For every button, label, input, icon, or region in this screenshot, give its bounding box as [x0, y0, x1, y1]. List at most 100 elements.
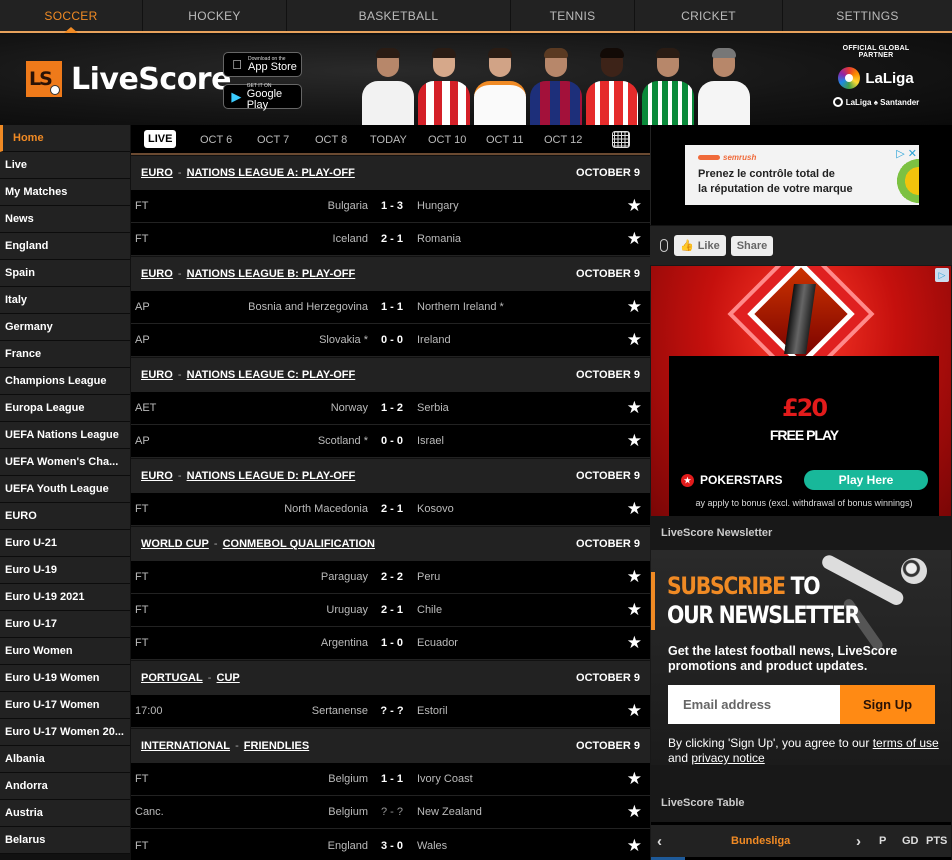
- country-link[interactable]: EURO: [141, 470, 173, 482]
- livescore-logo[interactable]: LS LiveScore TM: [26, 61, 241, 97]
- favorite-star-icon[interactable]: ★: [627, 701, 642, 721]
- laliga-logo[interactable]: LaLiga: [826, 67, 926, 89]
- match-row[interactable]: FT Paraguay 2 - 2 Peru ★: [131, 561, 650, 594]
- favorite-star-icon[interactable]: ★: [627, 633, 642, 653]
- sidebar-item-england[interactable]: England: [0, 233, 130, 260]
- like-button[interactable]: 👍 Like: [674, 235, 726, 256]
- competition-link[interactable]: NATIONS LEAGUE B: PLAY-OFF: [187, 268, 356, 280]
- competition-link[interactable]: NATIONS LEAGUE D: PLAY-OFF: [187, 470, 356, 482]
- match-row[interactable]: AP Scotland * 0 - 0 Israel ★: [131, 425, 650, 458]
- date-tab[interactable]: OCT 11: [486, 134, 524, 146]
- match-row[interactable]: 17:00 Sertanense ? - ? Estoril ★: [131, 695, 650, 728]
- competition-link[interactable]: NATIONS LEAGUE C: PLAY-OFF: [187, 369, 356, 381]
- tab-settings[interactable]: SETTINGS: [783, 0, 952, 31]
- date-tab[interactable]: OCT 6: [200, 134, 232, 146]
- tab-basketball[interactable]: BASKETBALL: [287, 0, 511, 31]
- sidebar-item-home[interactable]: Home: [0, 125, 130, 152]
- match-row[interactable]: AET Norway 1 - 2 Serbia ★: [131, 392, 650, 425]
- match-row[interactable]: FT Belgium 1 - 1 Ivory Coast ★: [131, 763, 650, 796]
- country-link[interactable]: EURO: [141, 167, 173, 179]
- sidebar-item-andorra[interactable]: Andorra: [0, 773, 130, 800]
- sidebar-item-europa-league[interactable]: Europa League: [0, 395, 130, 422]
- favorite-star-icon[interactable]: ★: [627, 769, 642, 789]
- country-link[interactable]: WORLD CUP: [141, 538, 209, 550]
- sidebar-item-champions-league[interactable]: Champions League: [0, 368, 130, 395]
- favorite-star-icon[interactable]: ★: [627, 499, 642, 519]
- sidebar-item-euro[interactable]: EURO: [0, 503, 130, 530]
- terms-of-use-link[interactable]: terms of use: [873, 736, 939, 750]
- share-button[interactable]: Share: [730, 235, 774, 256]
- competition-link[interactable]: FRIENDLIES: [244, 740, 309, 752]
- ad-choices-icon[interactable]: ▷: [935, 268, 949, 282]
- date-tab[interactable]: OCT 8: [315, 134, 347, 146]
- sidebar-item-germany[interactable]: Germany: [0, 314, 130, 341]
- sidebar-item-uefa-nations-league[interactable]: UEFA Nations League: [0, 422, 130, 449]
- match-row[interactable]: FT Iceland 2 - 1 Romania ★: [131, 223, 650, 256]
- app-store-button[interactable]:  Download on the App Store: [223, 52, 302, 77]
- sidebar-item-live[interactable]: Live: [0, 152, 130, 179]
- live-button[interactable]: LIVE: [144, 130, 177, 148]
- sidebar-item-albania[interactable]: Albania: [0, 746, 130, 773]
- competition-link[interactable]: NATIONS LEAGUE A: PLAY-OFF: [187, 167, 355, 179]
- sidebar-item-euro-u-19-women[interactable]: Euro U-19 Women: [0, 665, 130, 692]
- table-league-name[interactable]: Bundesliga: [731, 835, 790, 847]
- email-input[interactable]: [668, 685, 840, 724]
- favorite-star-icon[interactable]: ★: [627, 836, 642, 856]
- competition-link[interactable]: CONMEBOL QUALIFICATION: [223, 538, 375, 550]
- sign-up-button[interactable]: Sign Up: [840, 685, 935, 724]
- favorite-star-icon[interactable]: ★: [627, 600, 642, 620]
- sidebar-item-euro-u-17[interactable]: Euro U-17: [0, 611, 130, 638]
- country-link[interactable]: EURO: [141, 268, 173, 280]
- tab-soccer[interactable]: SOCCER: [0, 0, 143, 31]
- date-tab[interactable]: OCT 7: [257, 134, 289, 146]
- sidebar-item-my-matches[interactable]: My Matches: [0, 179, 130, 206]
- favorite-star-icon[interactable]: ★: [627, 398, 642, 418]
- favorite-star-icon[interactable]: ★: [627, 330, 642, 350]
- favorite-star-icon[interactable]: ★: [627, 196, 642, 216]
- match-row[interactable]: FT Bulgaria 1 - 3 Hungary ★: [131, 190, 650, 223]
- sidebar-item-euro-u-19-2021[interactable]: Euro U-19 2021: [0, 584, 130, 611]
- favorite-star-icon[interactable]: ★: [627, 431, 642, 451]
- sidebar-item-euro-u-17-women[interactable]: Euro U-17 Women: [0, 692, 130, 719]
- sidebar-item-austria[interactable]: Austria: [0, 800, 130, 827]
- sidebar-item-news[interactable]: News: [0, 206, 130, 233]
- sidebar-item-france[interactable]: France: [0, 341, 130, 368]
- sidebar-item-euro-u-19[interactable]: Euro U-19: [0, 557, 130, 584]
- country-link[interactable]: PORTUGAL: [141, 672, 203, 684]
- favorite-star-icon[interactable]: ★: [627, 229, 642, 249]
- chevron-right-icon[interactable]: ›: [856, 833, 861, 850]
- competition-link[interactable]: CUP: [217, 672, 240, 684]
- tab-tennis[interactable]: TENNIS: [511, 0, 635, 31]
- favorite-star-icon[interactable]: ★: [627, 567, 642, 587]
- tab-hockey[interactable]: HOCKEY: [143, 0, 287, 31]
- sidebar-item-uefa-youth-league[interactable]: UEFA Youth League: [0, 476, 130, 503]
- sidebar-item-uefa-women-s-cha[interactable]: UEFA Women's Cha...: [0, 449, 130, 476]
- sidebar-item-spain[interactable]: Spain: [0, 260, 130, 287]
- play-here-button[interactable]: Play Here: [804, 470, 928, 490]
- ad-choices-close-icon[interactable]: ▷ ✕: [896, 147, 917, 160]
- privacy-notice-link[interactable]: privacy notice: [691, 751, 764, 765]
- match-row[interactable]: AP Slovakia * 0 - 0 Ireland ★: [131, 324, 650, 357]
- date-tab[interactable]: OCT 10: [428, 134, 466, 146]
- favorite-star-icon[interactable]: ★: [627, 802, 642, 822]
- match-row[interactable]: FT England 3 - 0 Wales ★: [131, 829, 650, 860]
- calendar-icon[interactable]: [612, 131, 630, 148]
- sidebar-item-euro-u-17-women-20[interactable]: Euro U-17 Women 20...: [0, 719, 130, 746]
- match-row[interactable]: AP Bosnia and Herzegovina 1 - 1 Northern Ir…: [131, 291, 650, 324]
- semrush-ad[interactable]: semrush Prenez le contrôle total de la r…: [685, 145, 919, 205]
- tab-cricket[interactable]: CRICKET: [635, 0, 783, 31]
- match-row[interactable]: FT Argentina 1 - 0 Ecuador ★: [131, 627, 650, 660]
- sidebar-item-euro-u-21[interactable]: Euro U-21: [0, 530, 130, 557]
- date-tab-today[interactable]: TODAY: [370, 134, 407, 146]
- match-row[interactable]: FT Uruguay 2 - 1 Chile ★: [131, 594, 650, 627]
- sidebar-item-euro-women[interactable]: Euro Women: [0, 638, 130, 665]
- match-row[interactable]: Canc. Belgium ? - ? New Zealand ★: [131, 796, 650, 829]
- google-play-button[interactable]: ▶ GET IT ON Google Play: [223, 83, 302, 110]
- country-link[interactable]: EURO: [141, 369, 173, 381]
- country-link[interactable]: INTERNATIONAL: [141, 740, 230, 752]
- sidebar-item-belarus[interactable]: Belarus: [0, 827, 130, 854]
- date-tab[interactable]: OCT 12: [544, 134, 582, 146]
- favorite-star-icon[interactable]: ★: [627, 297, 642, 317]
- match-row[interactable]: FT North Macedonia 2 - 1 Kosovo ★: [131, 493, 650, 526]
- pokerstars-ad[interactable]: ▷ £20 FREE PLAY ★ POKERSTARS Play Here a…: [651, 266, 951, 516]
